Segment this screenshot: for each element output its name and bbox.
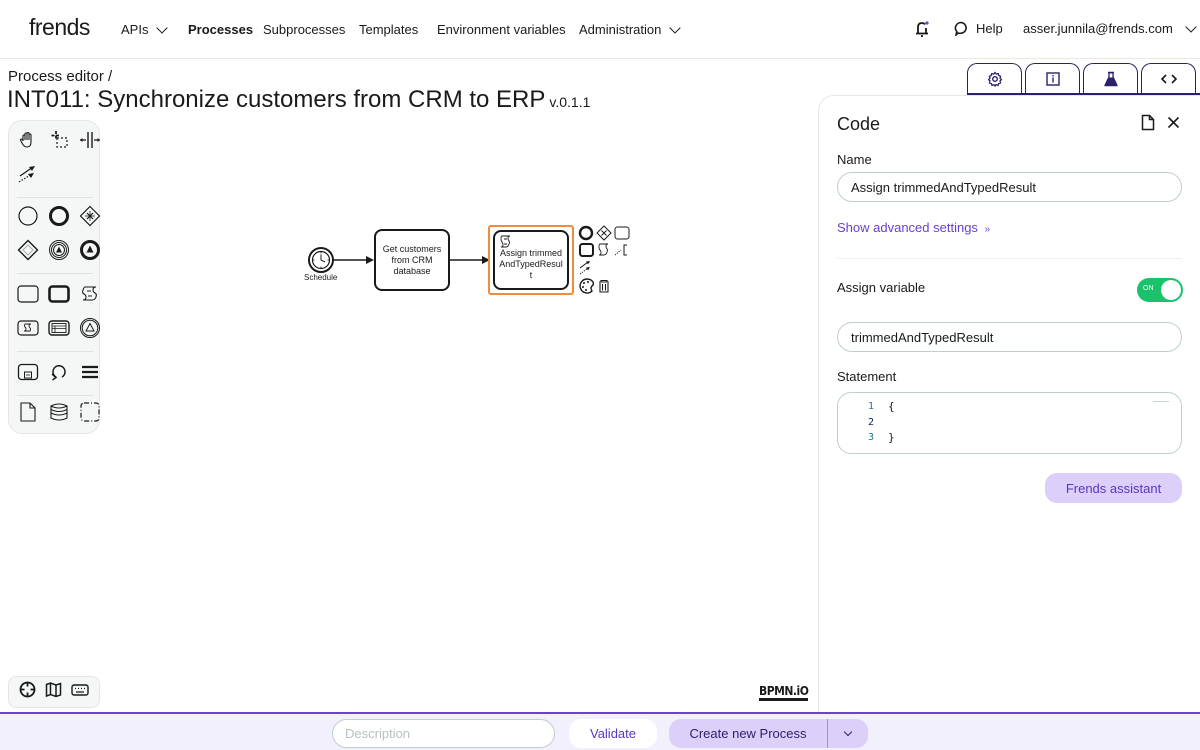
- code-line: 3}: [838, 430, 1181, 446]
- bell-icon: [916, 21, 929, 37]
- notifications-button[interactable]: [914, 20, 932, 40]
- code-line: 1{: [838, 399, 1181, 415]
- delete-icon[interactable]: [599, 279, 609, 293]
- append-subprocess-icon[interactable]: [579, 243, 594, 257]
- help-button[interactable]: Help: [954, 21, 1003, 36]
- name-label: Name: [837, 152, 872, 167]
- document-icon[interactable]: [1141, 114, 1155, 136]
- line-content: {: [888, 400, 895, 414]
- toggle-state-label: ON: [1143, 285, 1154, 292]
- advanced-link-label: Show advanced settings: [837, 220, 978, 235]
- frends-logo[interactable]: frends: [29, 14, 90, 41]
- tab-code[interactable]: [1141, 63, 1196, 94]
- task-assign-result[interactable]: Assign trimmedAndTypedResult: [493, 230, 569, 290]
- append-code-task-icon[interactable]: [598, 243, 609, 256]
- tab-settings[interactable]: [967, 63, 1022, 94]
- tab-test[interactable]: [1083, 63, 1138, 94]
- nav-item-processes[interactable]: Processes: [188, 22, 253, 37]
- statement-code-editor[interactable]: 1{ 2 3}: [837, 392, 1182, 454]
- line-number: 3: [867, 432, 874, 444]
- recenter-icon[interactable]: [19, 681, 36, 703]
- panel-title: Code: [837, 114, 881, 134]
- flask-icon: [1103, 71, 1118, 87]
- nav-label: Environment variables: [437, 22, 566, 37]
- line-number: 2: [867, 416, 874, 428]
- top-navigation: frends APIs Processes Subprocesses Templ…: [0, 0, 1200, 59]
- version-label: v.0.1.1: [549, 94, 591, 110]
- frends-assistant-button[interactable]: Frends assistant: [1045, 473, 1182, 503]
- double-chevron-down-icon: »: [984, 224, 991, 235]
- chevron-down-icon: [669, 21, 682, 34]
- connect-icon[interactable]: [579, 261, 590, 275]
- tab-info[interactable]: [1025, 63, 1080, 94]
- context-pad: [578, 224, 634, 300]
- close-icon[interactable]: [1167, 116, 1180, 134]
- description-input[interactable]: [332, 719, 555, 748]
- gear-icon: [987, 71, 1002, 87]
- append-text-annotation-icon[interactable]: [614, 244, 627, 256]
- code-icon: [1160, 74, 1177, 84]
- map-icon[interactable]: [45, 681, 62, 703]
- user-email: asser.junnila@frends.com: [1023, 21, 1173, 36]
- palette-color-icon[interactable]: [579, 278, 595, 294]
- name-input[interactable]: [837, 172, 1182, 202]
- nav-label: Processes: [188, 22, 254, 37]
- nav-item-administration[interactable]: Administration: [579, 21, 682, 37]
- nav-label: Templates: [359, 22, 419, 37]
- code-line: 2: [838, 415, 1181, 431]
- variable-name-input[interactable]: [837, 322, 1182, 352]
- bottom-action-bar: Validate Create new Process: [0, 712, 1200, 750]
- append-gateway-icon[interactable]: [596, 225, 612, 241]
- assign-variable-toggle[interactable]: ON: [1137, 278, 1183, 302]
- canvas-tools: [8, 676, 100, 708]
- user-menu[interactable]: asser.junnila@frends.com: [1023, 20, 1197, 36]
- chevron-down-icon: [156, 21, 169, 34]
- process-name: INT011: Synchronize customers from CRM t…: [7, 86, 546, 113]
- chevron-down-icon: [1185, 20, 1197, 33]
- diagram-connections: [308, 247, 490, 273]
- validate-button[interactable]: Validate: [569, 719, 657, 748]
- nav-item-apis[interactable]: APIs: [121, 21, 169, 37]
- toggle-knob: [1161, 280, 1181, 300]
- create-process-split-button: Create new Process: [669, 719, 868, 748]
- task-label: Get customers from CRM database: [382, 243, 442, 276]
- statement-label: Statement: [837, 369, 897, 384]
- line-content: }: [888, 431, 895, 445]
- start-event[interactable]: [308, 247, 334, 273]
- nav-item-subprocesses[interactable]: Subprocesses: [263, 22, 345, 37]
- panel-tabs: [967, 63, 1196, 94]
- append-end-event-icon[interactable]: [578, 225, 594, 241]
- keyboard-icon[interactable]: [70, 683, 89, 702]
- properties-panel: Code Name Show advanced settings » Assig…: [818, 95, 1200, 712]
- help-label: Help: [976, 21, 1003, 36]
- nav-label: Subprocesses: [263, 22, 346, 37]
- nav-item-templates[interactable]: Templates: [359, 22, 418, 37]
- chevron-down-icon: [843, 727, 853, 736]
- flow-arrow-1: [366, 256, 374, 264]
- task-get-customers[interactable]: Get customers from CRM database: [374, 229, 450, 291]
- section-divider: [837, 258, 1182, 259]
- breadcrumb[interactable]: Process editor /: [8, 68, 112, 85]
- line-number: 1: [867, 401, 874, 413]
- start-event-label: Schedule: [304, 273, 338, 282]
- bpmn-io-watermark[interactable]: BPMN.iO: [759, 684, 809, 701]
- nav-label: APIs: [121, 22, 149, 37]
- nav-item-environment-variables[interactable]: Environment variables: [437, 22, 566, 37]
- chat-bubble-icon: [954, 21, 967, 36]
- editor-minimap[interactable]: [1153, 401, 1169, 402]
- code-task-icon: [500, 235, 511, 248]
- create-options-dropdown[interactable]: [828, 719, 868, 748]
- create-new-process-button[interactable]: Create new Process: [669, 719, 828, 748]
- show-advanced-settings-link[interactable]: Show advanced settings »: [837, 220, 990, 235]
- diagram-canvas[interactable]: Schedule Get customers from CRM database…: [0, 110, 818, 710]
- append-task-icon[interactable]: [614, 226, 630, 240]
- nav-label: Administration: [579, 22, 662, 37]
- info-icon: [1045, 72, 1060, 86]
- assign-variable-label: Assign variable: [837, 280, 926, 295]
